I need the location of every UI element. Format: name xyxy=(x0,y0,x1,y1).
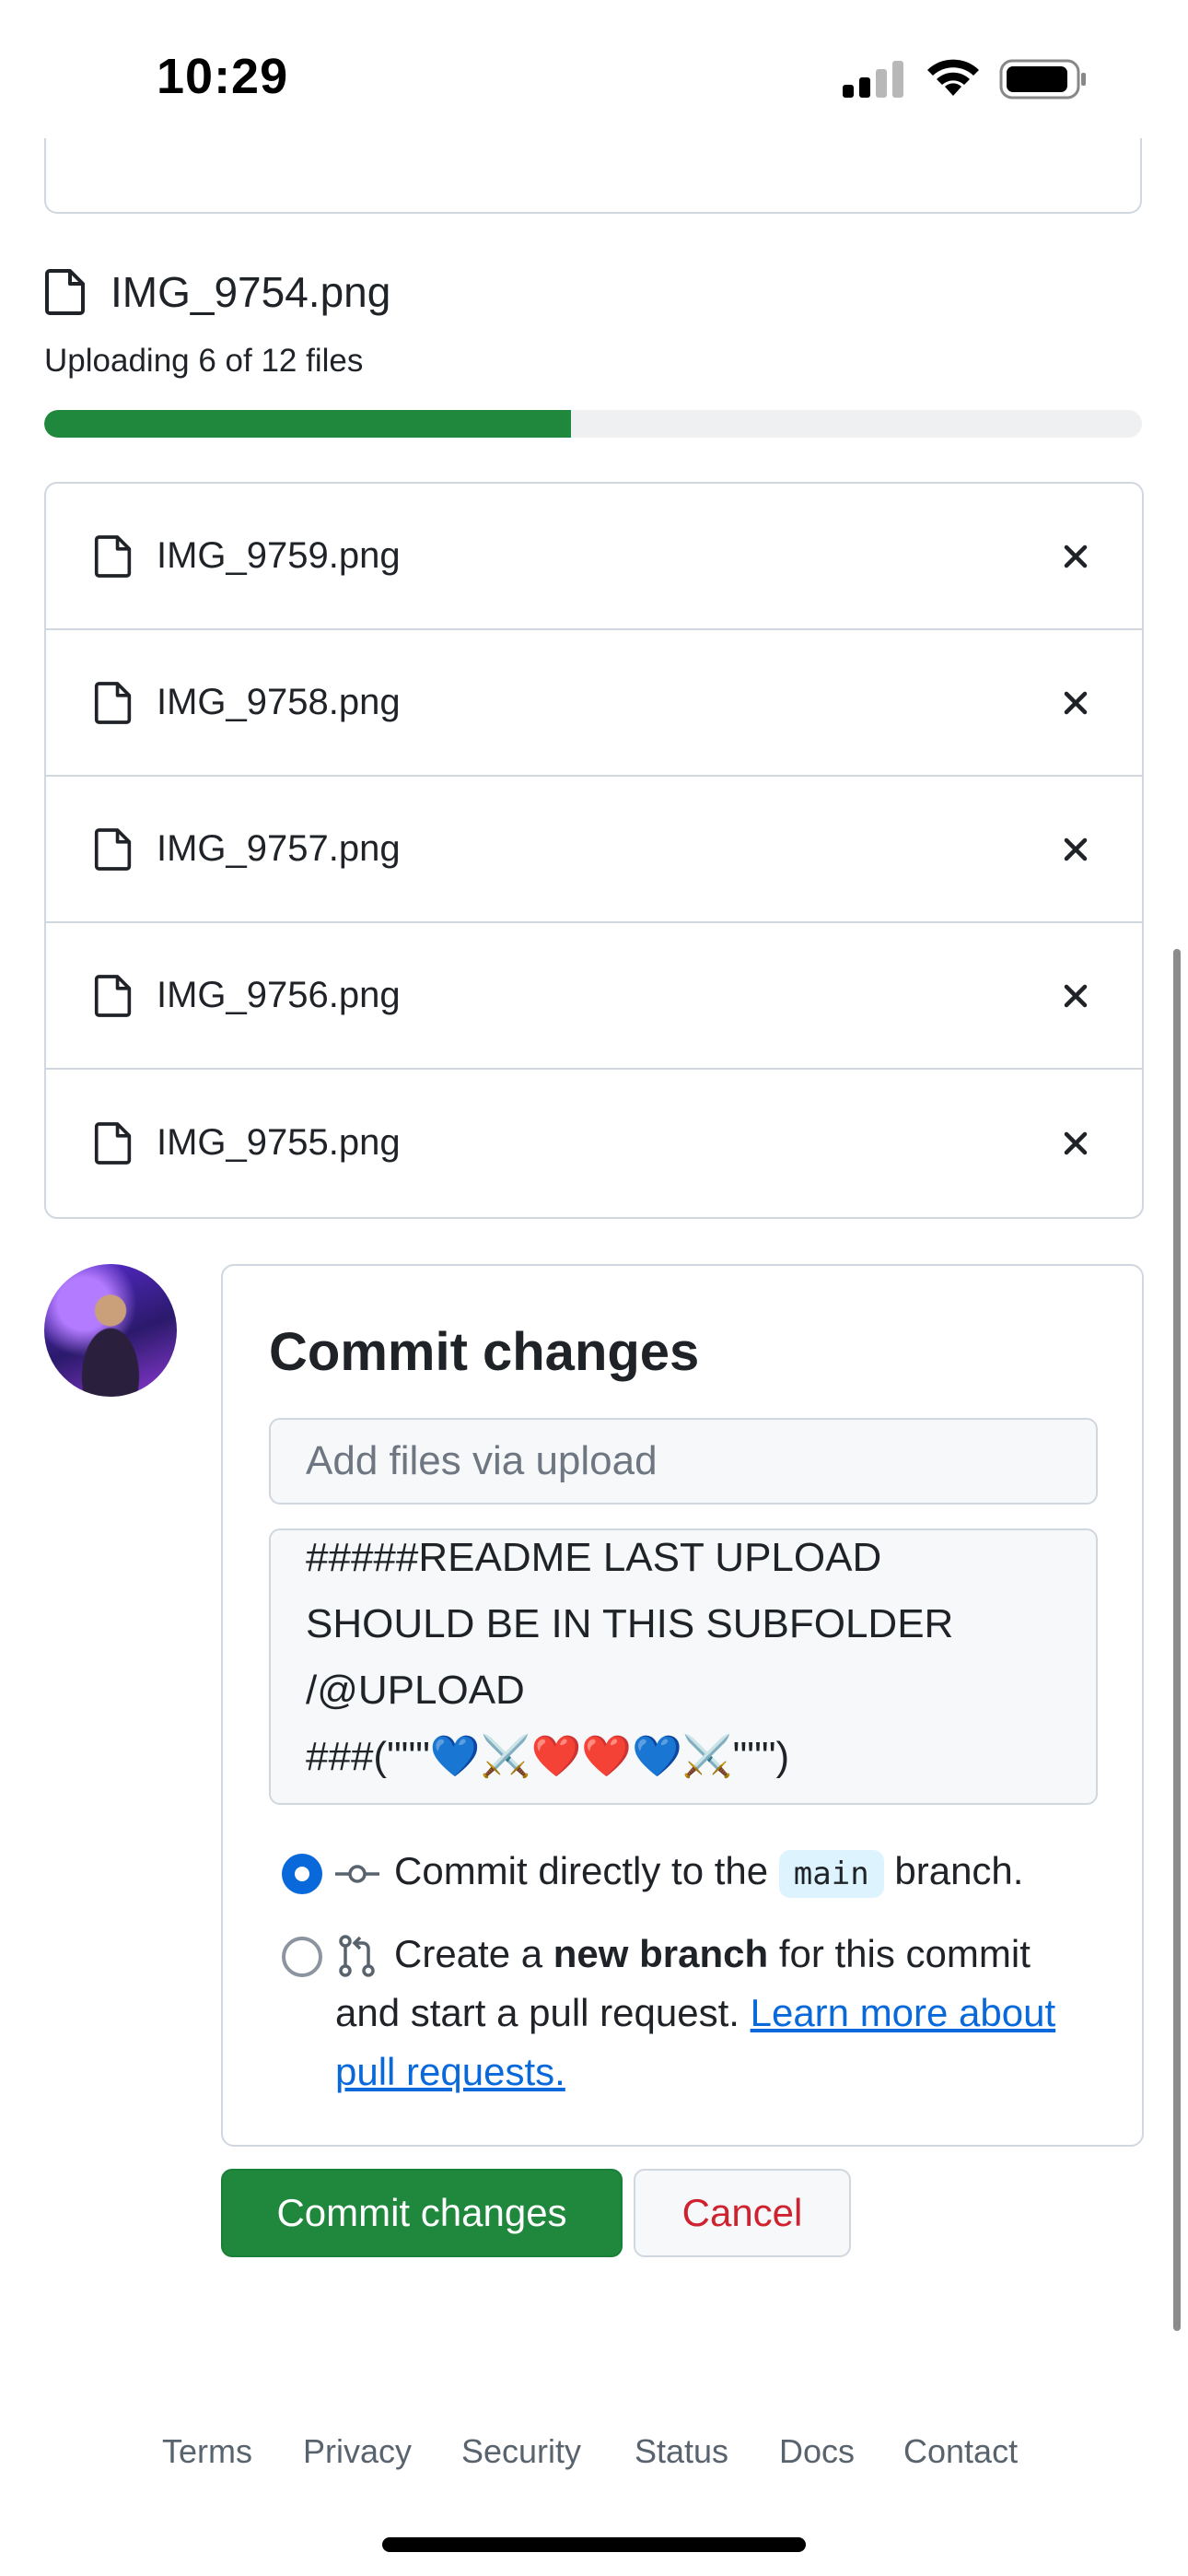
wifi-icon xyxy=(927,59,979,96)
battery-icon xyxy=(999,59,1086,100)
commit-description-text: #####README LAST UPLOAD SHOULD BE IN THI… xyxy=(306,1535,954,1779)
git-commit-icon xyxy=(335,1865,379,1883)
commit-title: Commit changes xyxy=(269,1322,700,1382)
current-file-name: IMG_9754.png xyxy=(111,268,391,316)
close-icon[interactable] xyxy=(1057,831,1094,868)
upload-progress-fill xyxy=(44,410,572,438)
status-bar: 10:29 xyxy=(0,0,1188,157)
current-upload-file: IMG_9754.png xyxy=(44,267,390,317)
close-icon[interactable] xyxy=(1057,1125,1094,1162)
footer-link-terms[interactable]: Terms xyxy=(162,2432,252,2471)
list-item: IMG_9759.png xyxy=(46,484,1142,630)
commit-direct-prefix: Commit directly to the xyxy=(394,1849,769,1892)
commit-description-textarea[interactable]: #####README LAST UPLOAD SHOULD BE IN THI… xyxy=(269,1528,1098,1805)
status-time: 10:29 xyxy=(157,49,289,104)
avatar[interactable] xyxy=(44,1264,177,1397)
commit-direct-radio[interactable] xyxy=(282,1854,322,1894)
commit-direct-label: Commit directly to the main branch. xyxy=(394,1842,1023,1903)
file-name: IMG_9756.png xyxy=(157,975,401,1015)
footer-link-docs[interactable]: Docs xyxy=(779,2432,855,2471)
footer-link-status[interactable]: Status xyxy=(635,2432,728,2471)
list-item: IMG_9756.png xyxy=(46,923,1142,1070)
commit-summary-input[interactable]: Add files via upload xyxy=(269,1418,1098,1505)
file-name: IMG_9757.png xyxy=(157,828,401,869)
footer-link-privacy[interactable]: Privacy xyxy=(303,2432,412,2471)
footer-link-security[interactable]: Security xyxy=(461,2432,581,2471)
file-icon xyxy=(45,269,85,315)
new-branch-radio[interactable] xyxy=(282,1937,322,1977)
commit-changes-button[interactable]: Commit changes xyxy=(221,2169,623,2257)
file-icon xyxy=(94,1121,132,1165)
home-indicator[interactable] xyxy=(382,2537,806,2552)
close-icon[interactable] xyxy=(1057,978,1094,1014)
list-item: IMG_9755.png xyxy=(46,1070,1142,1216)
new-branch-label: Create a new branch for this commit and … xyxy=(335,1925,1100,2102)
file-name: IMG_9758.png xyxy=(157,682,401,722)
close-icon[interactable] xyxy=(1057,685,1094,721)
commit-form: Commit changes Add files via upload ####… xyxy=(221,1264,1144,2147)
footer: Terms Privacy Security Status Docs Conta… xyxy=(0,2432,1188,2488)
file-icon xyxy=(94,681,132,724)
file-name: IMG_9755.png xyxy=(157,1122,401,1163)
upload-progress-bar xyxy=(44,410,1142,438)
list-item: IMG_9757.png xyxy=(46,777,1142,923)
file-icon xyxy=(94,974,132,1017)
file-icon xyxy=(94,827,132,871)
branch-name-badge: main xyxy=(778,1850,884,1898)
close-icon[interactable] xyxy=(1057,538,1094,575)
footer-link-contact[interactable]: Contact xyxy=(903,2432,1018,2471)
file-list: IMG_9759.png IMG_9758.png IMG_9757.png I… xyxy=(44,482,1144,1219)
list-item: IMG_9758.png xyxy=(46,630,1142,777)
upload-status-text: Uploading 6 of 12 files xyxy=(44,343,364,379)
cancel-button[interactable]: Cancel xyxy=(634,2169,851,2257)
commit-direct-suffix: branch. xyxy=(894,1849,1024,1892)
new-branch-prefix: Create a xyxy=(394,1932,543,1975)
new-branch-bold: new branch xyxy=(553,1932,769,1975)
cellular-signal-icon xyxy=(843,61,903,98)
file-name: IMG_9759.png xyxy=(157,535,401,576)
scrollbar[interactable] xyxy=(1173,949,1181,2331)
file-icon xyxy=(94,534,132,578)
previous-card xyxy=(44,138,1142,214)
